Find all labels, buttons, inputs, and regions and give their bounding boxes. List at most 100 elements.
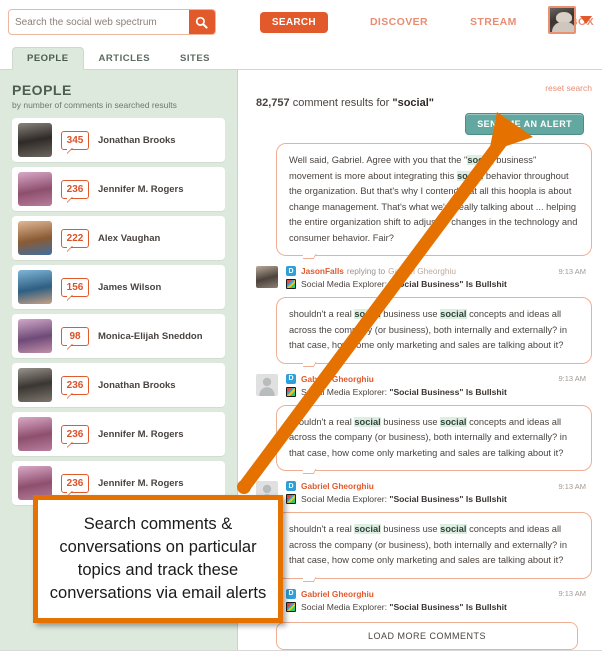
person-name: Jennifer M. Rogers: [98, 428, 184, 440]
comment-author[interactable]: Gabriel Gheorghiu: [301, 589, 374, 599]
person-name: Jonathan Brooks: [98, 134, 176, 146]
comment-text-fragment: shouldn't a real: [289, 524, 355, 534]
article-title[interactable]: "Social Business" Is Bullshit: [389, 279, 507, 289]
commenter-avatar: [256, 266, 278, 288]
comment-count-badge: 236: [61, 179, 89, 203]
source-title[interactable]: Social Media Explorer: "Social Business"…: [301, 279, 507, 289]
avatar[interactable]: [548, 6, 576, 34]
results-count: 82,757: [256, 97, 290, 109]
site-favicon-icon: [286, 601, 296, 612]
load-more-comments-button[interactable]: LOAD MORE COMMENTS: [276, 621, 578, 650]
results-query: "social": [392, 97, 434, 109]
comment-source-line[interactable]: Social Media Explorer: "Social Business"…: [286, 279, 592, 289]
comment-count-badge: 236: [61, 424, 89, 448]
comment-meta-lines: D JasonFalls replying to Gabriel Gheorghiu 9…: [286, 266, 592, 289]
comment-text-bubble: shouldn't a real social business use soc…: [276, 404, 592, 471]
disqus-badge-icon: D: [286, 481, 296, 491]
source-title[interactable]: Social Media Explorer: "Social Business"…: [301, 494, 507, 504]
person-avatar: [18, 270, 52, 304]
comment-timestamp: 9:13 AM: [558, 374, 586, 383]
main-nav: SEARCH DISCOVER STREAM INBOX: [259, 11, 594, 33]
alert-row: SEND ME AN ALERT: [256, 113, 584, 135]
comment-meta: D Gabriel Gheorghiu 9:13 AM Social Media Ex…: [256, 481, 592, 504]
highlighted-term: social: [440, 309, 467, 319]
highlighted-term: social: [354, 416, 381, 427]
person-avatar: [18, 221, 52, 255]
comment-meta: D Gabriel Gheorghiu 9:13 AM Social Media Ex…: [256, 588, 592, 612]
highlighted-term: social: [354, 524, 381, 534]
person-name: Jennifer M. Rogers: [98, 183, 184, 195]
article-title[interactable]: "Social Business" Is Bullshit: [389, 602, 507, 612]
comment-timestamp: 9:13 AM: [558, 589, 586, 598]
site-favicon-icon: [286, 494, 296, 504]
tab-sites[interactable]: SITES: [165, 47, 225, 69]
comment-text-fragment: behavior throughout the organization. Bu…: [289, 170, 578, 243]
comment-list: Well said, Gabriel. Agree with you that …: [256, 143, 592, 612]
comment-author[interactable]: Gabriel Gheorghiu: [301, 481, 374, 491]
comment-author-line: D JasonFalls replying to Gabriel Gheorghiu 9…: [286, 266, 592, 276]
chevron-down-icon[interactable]: [580, 16, 592, 24]
person-row[interactable]: 222 Alex Vaughan: [12, 216, 225, 260]
comment-count-badge: 236: [61, 375, 89, 399]
source-prefix: Social Media Explorer:: [301, 279, 390, 289]
tab-articles[interactable]: ARTICLES: [84, 47, 166, 69]
bubble-tail: [303, 469, 317, 479]
article-title[interactable]: "Social Business" Is Bullshit: [389, 494, 507, 504]
comment-source-line[interactable]: Social Media Explorer: "Social Business"…: [286, 386, 592, 397]
article-title[interactable]: "Social Business" Is Bullshit: [389, 387, 507, 397]
comment-source-line[interactable]: Social Media Explorer: "Social Business"…: [286, 494, 592, 504]
comment-text-fragment: shouldn't a real: [289, 309, 355, 319]
person-name: Alex Vaughan: [98, 232, 161, 244]
person-name: Jennifer M. Rogers: [98, 477, 184, 489]
person-row[interactable]: 236 Jonathan Brooks: [12, 363, 225, 407]
person-row[interactable]: 236 Jennifer M. Rogers: [12, 412, 225, 456]
highlighted-term: social: [467, 155, 494, 165]
bubble-tail: [303, 254, 317, 264]
comment-timestamp: 9:13 AM: [558, 481, 586, 491]
comment-text-fragment: business use: [380, 309, 441, 319]
reset-search-row: reset search: [256, 78, 592, 96]
nav-link-stream[interactable]: STREAM: [470, 16, 517, 28]
tab-people[interactable]: PEOPLE: [12, 47, 84, 70]
source-prefix: Social Media Explorer:: [301, 494, 390, 504]
bubble-tail: [303, 362, 317, 372]
user-menu[interactable]: [548, 6, 592, 34]
comment-count-badge: 98: [61, 326, 89, 350]
reply-target[interactable]: Gabriel Gheorghiu: [388, 266, 456, 276]
source-title[interactable]: Social Media Explorer: "Social Business"…: [301, 387, 507, 397]
person-avatar: [18, 319, 52, 353]
highlighted-term: social: [440, 524, 467, 534]
nav-search-button[interactable]: SEARCH: [259, 11, 328, 33]
comment-text-bubble: shouldn't a real social business use soc…: [276, 512, 592, 579]
comment-count-badge: 345: [61, 130, 89, 154]
search-input[interactable]: [9, 10, 189, 34]
comment-source-line[interactable]: Social Media Explorer: "Social Business"…: [286, 601, 592, 612]
comment-author[interactable]: JasonFalls: [301, 266, 344, 276]
comment-timestamp: 9:13 AM: [558, 266, 586, 276]
person-row[interactable]: 98 Monica-Elijah Sneddon: [12, 314, 225, 358]
comment-meta-lines: D Gabriel Gheorghiu 9:13 AM Social Media Ex…: [286, 588, 592, 612]
comment-author-line: D Gabriel Gheorghiu 9:13 AM: [286, 588, 592, 599]
disqus-badge-icon: D: [286, 266, 296, 276]
results-summary: 82,757 comment results for "social": [256, 97, 592, 109]
person-row[interactable]: 156 James Wilson: [12, 265, 225, 309]
comment-meta-lines: D Gabriel Gheorghiu 9:13 AM Social Media Ex…: [286, 481, 592, 504]
source-title[interactable]: Social Media Explorer: "Social Business"…: [301, 602, 507, 612]
annotation-text: Search comments & conversations on parti…: [49, 515, 267, 602]
search-box[interactable]: [8, 9, 216, 35]
search-icon: [195, 16, 209, 29]
comment-meta-lines: D Gabriel Gheorghiu 9:13 AM Social Media Ex…: [286, 373, 592, 397]
comment-author[interactable]: Gabriel Gheorghiu: [301, 374, 374, 384]
results-label: comment results for: [289, 97, 393, 109]
send-me-an-alert-button[interactable]: SEND ME AN ALERT: [465, 113, 584, 135]
nav-link-discover[interactable]: DISCOVER: [370, 16, 428, 28]
person-name: James Wilson: [98, 281, 162, 293]
person-row[interactable]: 345 Jonathan Brooks: [12, 118, 225, 162]
search-submit-button[interactable]: [188, 10, 215, 34]
reset-search-link[interactable]: reset search: [545, 83, 592, 93]
comment-text-fragment: business use: [380, 524, 441, 534]
commenter-avatar: [256, 373, 278, 396]
person-row[interactable]: 236 Jennifer M. Rogers: [12, 167, 225, 211]
reply-verb: replying to: [346, 266, 386, 276]
comment-item: shouldn't a real social business use soc…: [256, 297, 592, 397]
